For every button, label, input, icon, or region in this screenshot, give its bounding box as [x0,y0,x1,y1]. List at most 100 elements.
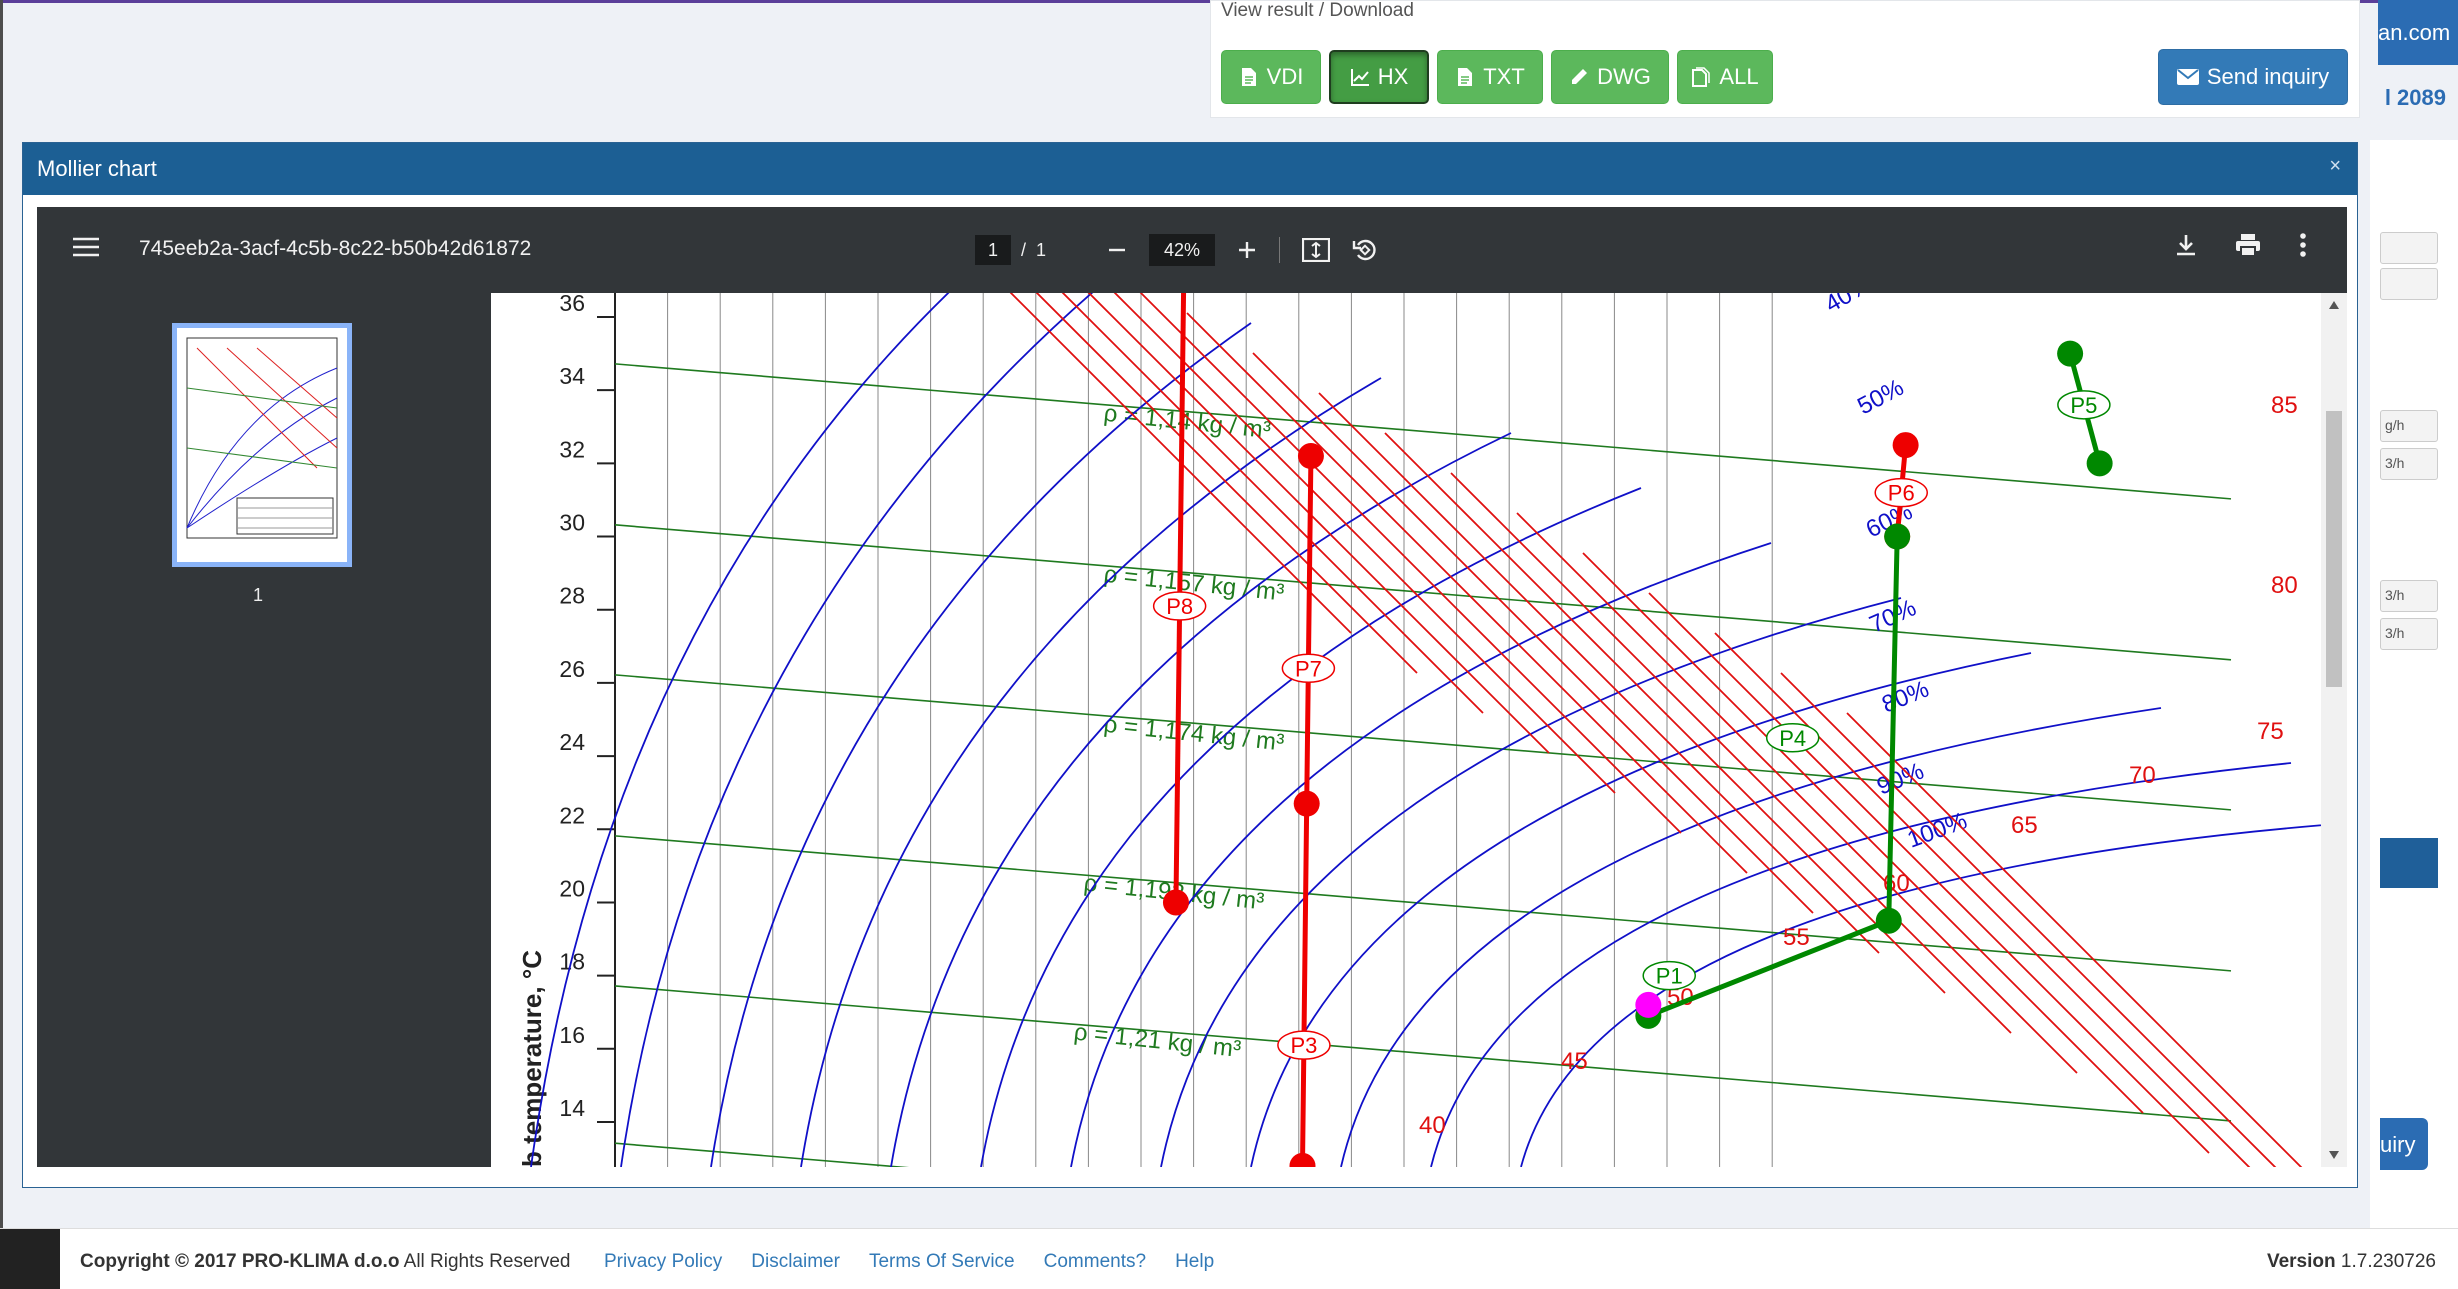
mollier-chart: 14 16 18 20 22 24 26 28 30 32 34 36 b temperature, °… [517,293,2321,1167]
footer: Copyright © 2017 PRO-KLIMA d.o.o All Rig… [0,1228,2458,1289]
scroll-thumb[interactable] [2326,411,2342,687]
download-icon[interactable] [2175,233,2197,257]
enthalpy-line [1318,392,1880,954]
footer-dark-block [0,1229,60,1289]
txt-button[interactable]: TXT [1437,50,1543,104]
enthalpy-label: 65 [2011,812,2038,839]
pdf-viewer: 745eeb2a-3acf-4c5b-8c22-b50b42d61872 1 /… [37,207,2347,1167]
fit-page-icon[interactable] [1302,238,1330,262]
enthalpy-line [1516,512,2078,1074]
all-button[interactable]: ALL [1677,50,1773,104]
zoom-out-icon[interactable] [1107,240,1127,260]
rotate-icon[interactable] [1352,237,1378,263]
enthalpy-line [1139,293,1682,834]
process-label: P1 [1656,964,1683,989]
txt-label: TXT [1483,64,1525,89]
thumbnail-sidebar: 1 [37,293,491,1167]
version-number: 1.7.230726 [2335,1251,2436,1272]
y-tick-label: 22 [559,802,585,828]
process-point [1289,1152,1316,1167]
vdi-button[interactable]: VDI [1221,50,1321,104]
rh-curve [1520,824,2321,1167]
file-icon [1241,68,1256,86]
zoom-controls: 42% [1107,234,1378,266]
process-label: P3 [1290,1033,1317,1058]
enthalpy-label: 85 [2271,392,2298,419]
y-tick-label: 18 [559,949,585,975]
menu-icon[interactable] [73,237,99,257]
process-point [1162,889,1189,916]
y-axis-label: b temperature, °C [517,950,547,1167]
envelope-icon [2176,69,2199,85]
y-tick-label: 32 [559,436,585,462]
disclaimer-link[interactable]: Disclaimer [751,1251,840,1273]
side-field-3[interactable]: g/h [2380,410,2438,442]
page-thumbnail[interactable] [172,323,352,567]
density-label: ρ = 1,21 kg / m³ [1073,1019,1243,1063]
vertical-scrollbar[interactable] [2321,293,2347,1167]
toolbar-actions [2175,233,2307,257]
process-label: P5 [2070,393,2097,418]
zoom-in-icon[interactable] [1237,240,1257,260]
y-tick-label: 14 [559,1095,585,1121]
close-icon[interactable]: × [2329,155,2341,178]
terms-link[interactable]: Terms Of Service [869,1251,1015,1273]
modal-header: Mollier chart × [23,143,2357,195]
comments-link[interactable]: Comments? [1044,1251,1146,1273]
thumbnail-preview [186,337,338,539]
print-icon[interactable] [2235,233,2261,257]
mollier-chart-modal: Mollier chart × 745eeb2a-3acf-4c5b-8c22-… [22,142,2358,1188]
pdf-page: 14 16 18 20 22 24 26 28 30 32 34 36 b temperature, °… [491,293,2321,1167]
enthalpy-line [1648,592,2210,1154]
marker-point [1635,991,1662,1018]
line-chart-icon [1350,69,1369,86]
side-field-5[interactable]: 3/h [2380,580,2438,612]
zoom-input[interactable]: 42% [1149,234,1215,266]
side-field-4[interactable]: 3/h [2380,448,2438,480]
enthalpy-line [1780,672,2277,1167]
page-indicator: 1 / 1 [975,235,1046,265]
send-inquiry-label: Send inquiry [2206,64,2330,89]
scroll-down-icon[interactable] [2329,1151,2339,1159]
enthalpy-label: 40 [1419,1112,1446,1139]
process-label: P6 [1888,481,1915,506]
process-point [1875,907,1902,934]
version: Version 1.7.230726 [2267,1251,2436,1273]
process-point [2057,340,2084,367]
rh-curve [530,293,950,1167]
toolbar-divider [1279,237,1280,263]
help-link[interactable]: Help [1175,1251,1214,1273]
y-tick-label: 24 [559,729,585,755]
process-point [1892,432,1919,459]
process-point [1884,523,1911,550]
download-buttons: VDI HX TXT DWG ALL [1221,50,1773,104]
privacy-policy-link[interactable]: Privacy Policy [604,1251,722,1273]
side-inquiry-button[interactable]: uiry [2380,1118,2428,1170]
enthalpy-line [1087,293,1550,754]
more-options-icon[interactable] [2299,233,2307,257]
download-label: View result / Download [1221,0,1414,21]
copyright-rest: All Rights Reserved [399,1251,571,1272]
files-icon [1692,67,1711,87]
dwg-button[interactable]: DWG [1551,50,1669,104]
modal-title: Mollier chart [37,156,157,181]
side-action-button[interactable] [2380,838,2438,888]
send-inquiry-button[interactable]: Send inquiry [2158,49,2348,105]
thumbnail-number: 1 [253,585,264,605]
scroll-up-icon[interactable] [2329,301,2339,309]
side-field-2[interactable] [2380,268,2438,300]
page-area: 14 16 18 20 22 24 26 28 30 32 34 36 b temperature, °… [491,293,2347,1167]
hx-button[interactable]: HX [1329,50,1429,104]
rh-curve [620,293,1094,1167]
y-tick-label: 16 [559,1022,585,1048]
copyright: Copyright © 2017 PRO-KLIMA d.o.o All Rig… [80,1251,571,1273]
process-point [2086,450,2113,477]
side-field-6[interactable]: 3/h [2380,618,2438,650]
rh-curve [1340,707,2162,1167]
file-icon [1458,68,1473,86]
copyright-bold: Copyright © 2017 PRO-KLIMA d.o.o [80,1251,400,1272]
process-point [1297,443,1324,470]
page-input[interactable]: 1 [975,235,1011,265]
side-field-1[interactable] [2380,232,2438,264]
version-bold: Version [2266,1251,2336,1272]
